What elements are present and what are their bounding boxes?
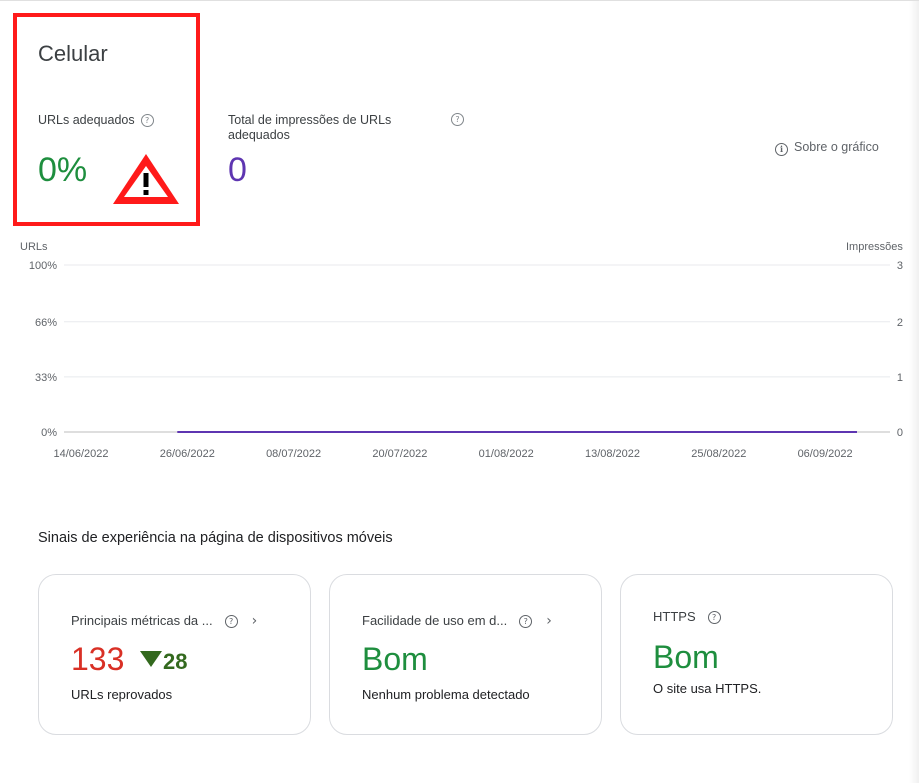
y-tick-label-left: 33% — [35, 372, 57, 384]
card-subtitle: URLs reprovados — [71, 687, 173, 702]
help-icon[interactable]: ? — [707, 611, 721, 624]
card-title-text: Facilidade de uso em d... — [362, 613, 508, 628]
x-tick-label: 25/08/2022 — [691, 448, 746, 460]
card-title: HTTPS? — [653, 609, 721, 624]
card-delta: 28 — [163, 649, 188, 674]
impressions-chart: 100% 3 66% 2 33% 1 0% 0 14/06/2022 26/06/2022 08/0… — [29, 260, 903, 460]
x-tick-label: 08/07/2022 — [266, 448, 321, 460]
y-tick-label-right: 1 — [897, 372, 903, 384]
card-value: Bom — [653, 639, 719, 675]
help-icon[interactable]: ? — [519, 615, 533, 628]
chevron-right-icon[interactable]: › — [252, 613, 258, 629]
y-tick-label-right: 0 — [897, 427, 903, 439]
card-value: Bom — [362, 641, 428, 677]
report-panel: Celular URLs adequados? 0% Total de impr… — [0, 0, 919, 783]
decrease-arrow-icon — [140, 651, 162, 667]
card-core-web-vitals[interactable]: Principais métricas da ...? › 133 28 URLs… — [38, 574, 311, 735]
x-tick-label: 20/07/2022 — [372, 448, 427, 460]
x-tick-label: 01/08/2022 — [479, 448, 534, 460]
card-subtitle: Nenhum problema detectado — [362, 687, 530, 702]
chevron-right-icon[interactable]: › — [546, 613, 552, 629]
y-tick-label-left: 100% — [29, 260, 57, 272]
y-tick-label-left: 0% — [41, 427, 57, 439]
card-title-text: Principais métricas da ... — [71, 613, 213, 628]
y-tick-label-right: 2 — [897, 317, 903, 329]
x-tick-label: 13/08/2022 — [585, 448, 640, 460]
card-title: Principais métricas da ...? › — [71, 613, 257, 629]
y-tick-label-left: 66% — [35, 317, 57, 329]
card-https[interactable]: HTTPS? Bom O site usa HTTPS. — [620, 574, 893, 735]
x-tick-label: 06/09/2022 — [798, 448, 853, 460]
x-tick-label: 26/06/2022 — [160, 448, 215, 460]
x-tick-label: 14/06/2022 — [53, 448, 108, 460]
card-mobile-usability[interactable]: Facilidade de uso em d...? › Bom Nenhum p… — [329, 574, 602, 735]
y-tick-label-right: 3 — [897, 260, 903, 272]
card-title-text: HTTPS — [653, 609, 696, 624]
card-title: Facilidade de uso em d...? › — [362, 613, 552, 629]
card-subtitle: O site usa HTTPS. — [653, 681, 762, 696]
help-icon[interactable]: ? — [224, 615, 238, 628]
section-title: Sinais de experiência na página de dispo… — [38, 530, 393, 546]
card-value: 133 — [71, 641, 125, 677]
